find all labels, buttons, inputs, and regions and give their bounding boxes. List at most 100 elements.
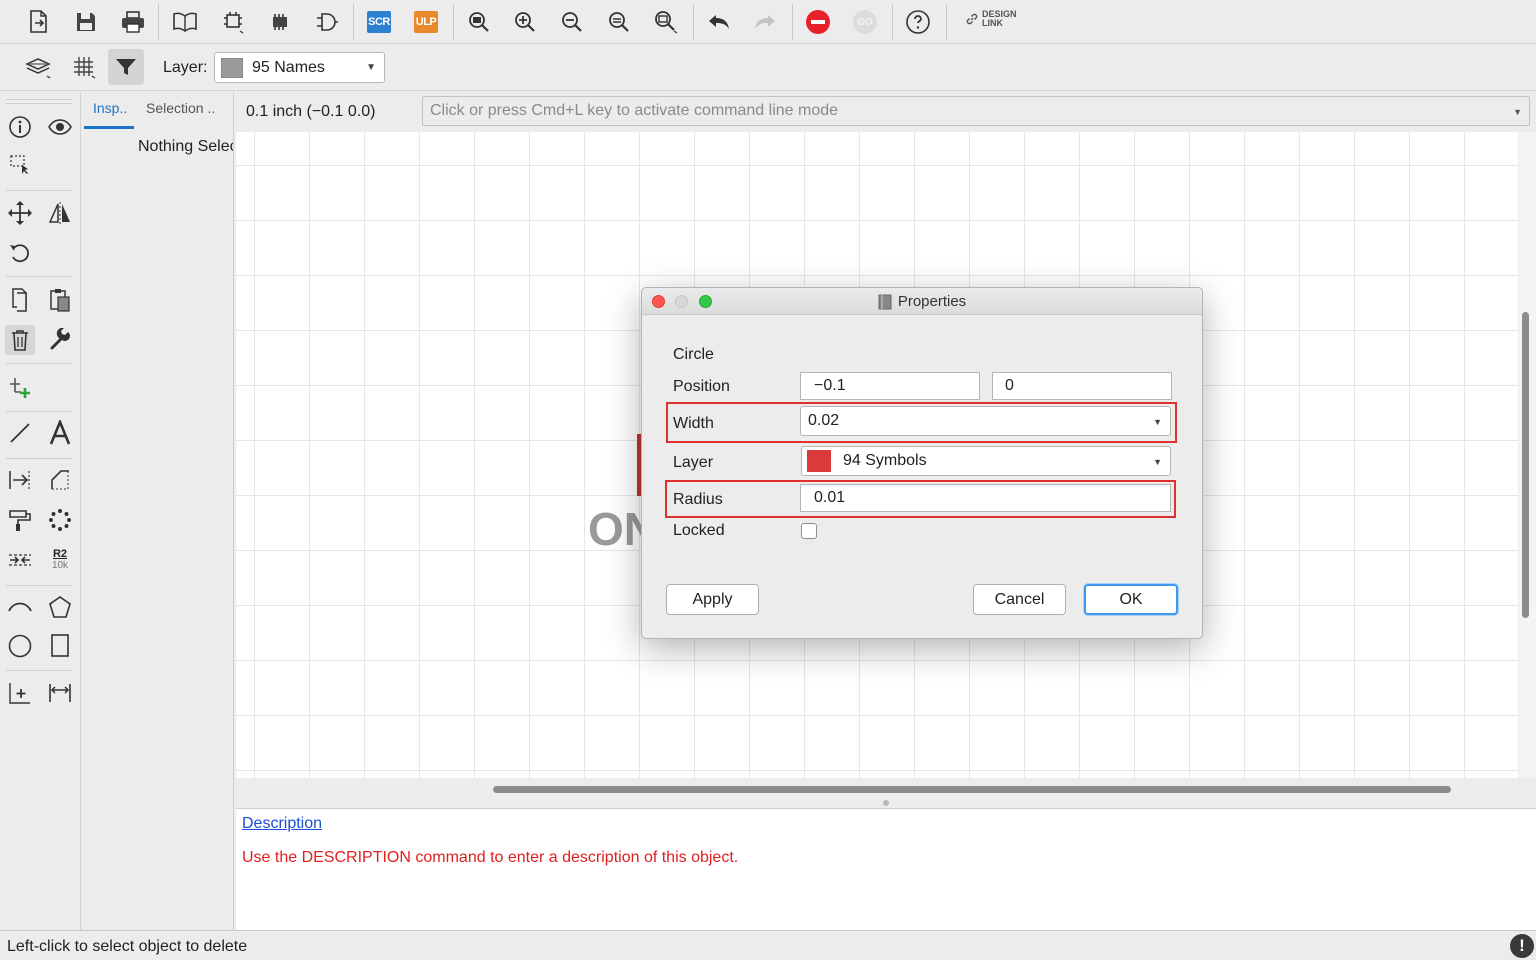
new-file-icon[interactable] — [20, 4, 56, 40]
value-name-tool[interactable]: R2 10k — [45, 545, 75, 575]
document-icon — [878, 294, 892, 309]
locked-checkbox[interactable] — [801, 523, 817, 539]
ulp-button[interactable]: ULP — [408, 4, 444, 40]
layer-select[interactable]: 95 Names ▼ — [214, 52, 385, 83]
line-icon[interactable] — [5, 418, 35, 448]
tab-inspector[interactable]: Insp.. — [93, 100, 127, 116]
object-type-label: Circle — [673, 346, 714, 363]
go-icon: GO — [853, 10, 877, 34]
eagle-editor-window: SCR ULP GO DESIGN LINK Layer: 95 Names ▼… — [0, 0, 1536, 960]
chevron-down-icon[interactable]: ▼ — [1513, 107, 1522, 117]
go-button[interactable]: GO — [847, 4, 883, 40]
layer-field-select[interactable]: 94 Symbols ▼ — [801, 446, 1171, 476]
split-paint-icon[interactable] — [5, 505, 35, 535]
layer-field-value: 94 Symbols — [843, 452, 927, 469]
info-icon[interactable] — [5, 112, 35, 142]
zoom-out-icon[interactable] — [554, 4, 590, 40]
ulp-icon: ULP — [414, 11, 438, 33]
cancel-button[interactable]: Cancel — [973, 584, 1066, 615]
copy-icon[interactable] — [5, 285, 35, 315]
command-line-input[interactable]: Click or press Cmd+L key to activate com… — [422, 96, 1530, 126]
design-link-button[interactable]: DESIGN LINK — [965, 10, 1017, 28]
dialog-title-text: Properties — [897, 293, 967, 310]
parameter-toolbar: Layer: 95 Names ▼ — [0, 45, 1536, 91]
design-link-line2: LINK — [982, 18, 1003, 28]
symbol-gate-icon[interactable] — [309, 4, 345, 40]
link-icon — [966, 13, 978, 25]
main-toolbar: SCR ULP GO DESIGN LINK — [0, 0, 1536, 44]
status-bar: Left-click to select object to delete ! — [0, 930, 1536, 960]
ok-button[interactable]: OK — [1084, 584, 1178, 615]
script-icon: SCR — [367, 11, 391, 33]
chevron-down-icon: ▼ — [1153, 417, 1162, 427]
layer-color-swatch — [221, 57, 243, 78]
layer-settings-icon[interactable] — [20, 49, 56, 85]
script-button[interactable]: SCR — [361, 4, 397, 40]
save-icon[interactable] — [68, 4, 104, 40]
zoom-to-fit-icon[interactable] — [461, 4, 497, 40]
package-icon[interactable] — [262, 4, 298, 40]
delete-trash-icon[interactable] — [5, 325, 35, 355]
show-eye-icon[interactable] — [45, 112, 75, 142]
width-value: 0.02 — [808, 412, 840, 429]
nothing-selected-message: Nothing Selected — [138, 138, 233, 155]
help-icon[interactable] — [900, 4, 936, 40]
gateswap-icon[interactable] — [5, 545, 35, 575]
active-tab-indicator — [84, 126, 134, 129]
apply-button[interactable]: Apply — [666, 584, 759, 615]
vertical-scrollbar-thumb[interactable] — [1522, 312, 1529, 618]
arc-icon[interactable] — [5, 592, 35, 622]
zoom-previous-icon[interactable] — [601, 4, 637, 40]
zoom-select-icon[interactable] — [648, 4, 684, 40]
stop-icon[interactable] — [800, 4, 836, 40]
group-select-icon[interactable] — [5, 150, 35, 180]
command-line-placeholder: Click or press Cmd+L key to activate com… — [430, 102, 839, 119]
text-icon[interactable] — [45, 418, 75, 448]
description-hint: Use the DESCRIPTION command to enter a d… — [242, 849, 739, 866]
tool-palette: R2 10k — [0, 92, 81, 930]
value-value-label: 10k — [51, 560, 69, 571]
zoom-in-icon[interactable] — [507, 4, 543, 40]
horizontal-scrollbar-thumb[interactable] — [493, 786, 1451, 793]
description-link[interactable]: Description — [242, 815, 322, 833]
chevron-down-icon: ▼ — [366, 62, 376, 73]
pin-arrow-icon[interactable] — [5, 465, 35, 495]
inspector-panel: Insp.. Selection .. Nothing Selected — [82, 92, 234, 930]
chevron-down-icon: ▼ — [1153, 457, 1162, 467]
schematic-board-icon[interactable] — [215, 4, 251, 40]
position-x-field[interactable]: −0.1 — [800, 372, 980, 400]
mark-icon[interactable] — [5, 678, 35, 708]
locked-label: Locked — [673, 522, 725, 539]
layer-color-swatch — [807, 450, 831, 472]
radius-label: Radius — [673, 491, 723, 508]
change-wrench-icon[interactable] — [45, 325, 75, 355]
print-icon[interactable] — [115, 4, 151, 40]
paste-icon[interactable] — [45, 285, 75, 315]
mirror-icon[interactable] — [45, 198, 75, 228]
filter-icon[interactable] — [108, 49, 144, 85]
polygon-icon[interactable] — [45, 592, 75, 622]
miter-icon[interactable] — [45, 465, 75, 495]
library-book-icon[interactable] — [167, 4, 203, 40]
undo-icon[interactable] — [701, 4, 737, 40]
optimize-dots-icon[interactable] — [45, 505, 75, 535]
value-name-label: R2 — [52, 548, 68, 560]
circle-icon[interactable] — [5, 631, 35, 661]
alert-icon[interactable]: ! — [1510, 934, 1534, 958]
coordinate-display: 0.1 inch (−0.1 0.0) — [246, 103, 376, 120]
dialog-titlebar[interactable]: Properties — [642, 288, 1202, 315]
rotate-icon[interactable] — [5, 238, 35, 268]
dimension-icon[interactable] — [45, 678, 75, 708]
status-message: Left-click to select object to delete — [7, 938, 248, 955]
width-select[interactable]: 0.02 ▼ — [800, 406, 1171, 436]
move-icon[interactable] — [5, 198, 35, 228]
panel-splitter-handle[interactable] — [883, 800, 889, 806]
position-y-field[interactable]: 0 — [992, 372, 1172, 400]
tab-selection-filter[interactable]: Selection .. — [146, 100, 215, 116]
grid-icon[interactable] — [66, 49, 102, 85]
redo-icon[interactable] — [747, 4, 783, 40]
radius-field[interactable]: 0.01 — [800, 484, 1171, 512]
add-part-icon[interactable] — [5, 372, 35, 402]
rectangle-icon[interactable] — [45, 631, 75, 661]
layer-label: Layer: — [163, 59, 208, 76]
